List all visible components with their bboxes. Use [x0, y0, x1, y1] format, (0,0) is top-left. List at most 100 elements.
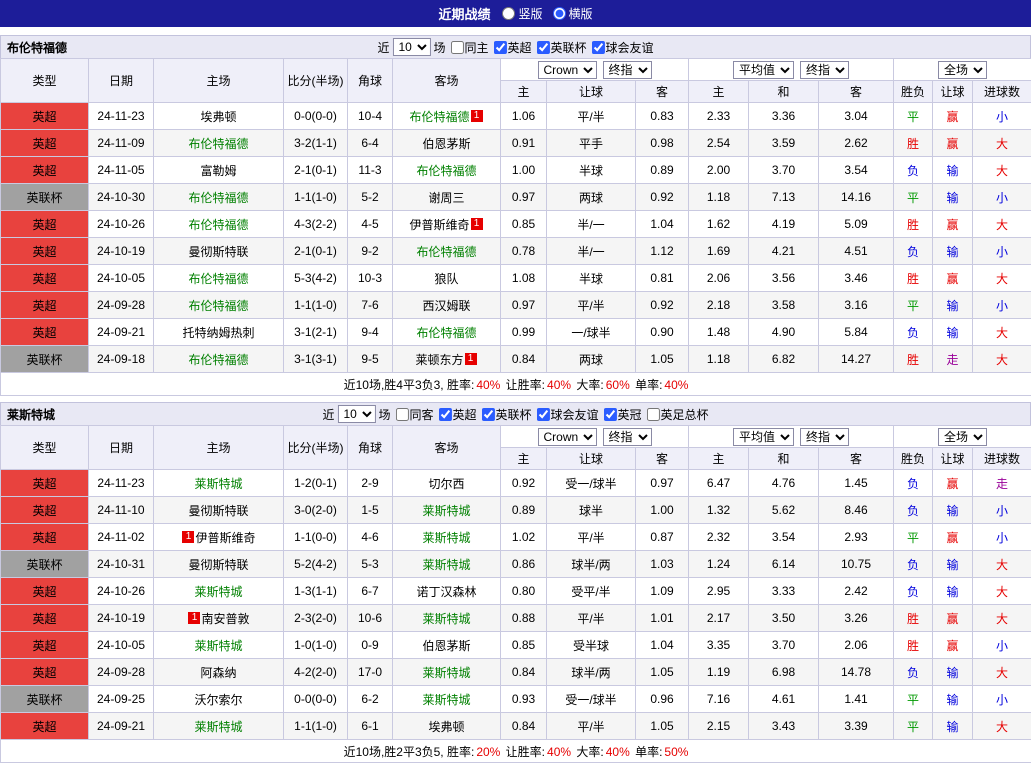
filter-checkbox[interactable] — [537, 41, 550, 54]
filter-option[interactable]: 英联杯 — [537, 39, 587, 56]
filter-option[interactable]: 同主 — [450, 39, 488, 56]
filter-checkbox[interactable] — [537, 408, 550, 421]
result-winloss: 胜 — [894, 346, 933, 373]
avg-odds-away: 3.04 — [819, 103, 894, 130]
index-type-select-2[interactable]: 终指 — [800, 61, 849, 79]
team-label: 埃弗顿 — [200, 110, 236, 124]
index-type-select[interactable]: 终指 — [603, 61, 652, 79]
summary-label: 让胜率: — [502, 745, 545, 759]
filter-option[interactable]: 英超 — [494, 39, 532, 56]
filter-checkbox[interactable] — [604, 408, 617, 421]
average-select[interactable]: 平均值 — [733, 428, 794, 446]
match-row: 英超24-09-28布伦特福德1-1(1-0)7-6西汉姆联0.97平/半0.9… — [1, 292, 1031, 319]
summary-value: 20% — [476, 745, 500, 759]
match-date: 24-09-28 — [89, 292, 154, 319]
result-handicap: 输 — [933, 578, 973, 605]
sub-col-header: 和 — [749, 81, 819, 103]
team-label: 伊普斯维奇 — [409, 218, 469, 232]
filter-checkbox[interactable] — [592, 41, 605, 54]
filter-checkbox[interactable] — [647, 408, 660, 421]
odds-handicap: 球半/两 — [547, 551, 636, 578]
avg-odds-home: 2.32 — [689, 524, 749, 551]
filter-option[interactable]: 同客 — [395, 406, 433, 423]
layout-option-horizontal[interactable]: 横版 — [553, 5, 593, 22]
team-label: 切尔西 — [428, 477, 464, 491]
layout-option-label: 竖版 — [518, 5, 542, 22]
filter-checkbox[interactable] — [395, 408, 408, 421]
home-team: 曼彻斯特联 — [154, 497, 284, 524]
result-winloss: 平 — [894, 184, 933, 211]
avg-odds-draw: 4.19 — [749, 211, 819, 238]
summary-label: 让胜率: — [502, 378, 545, 392]
match-count-select[interactable]: 10 — [392, 38, 430, 56]
filter-checkbox[interactable] — [482, 408, 495, 421]
match-count-select[interactable]: 10 — [337, 405, 375, 423]
home-team: 1南安普敦 — [154, 605, 284, 632]
corner-count: 11-3 — [348, 157, 393, 184]
team-label: 沃尔索尔 — [194, 693, 242, 707]
avg-odds-home: 1.48 — [689, 319, 749, 346]
matches-table: 类型日期主场比分(半场)角球客场Crown终指平均值终指全场主让球客主和客胜负让… — [0, 58, 1031, 396]
odds-group-average: 平均值终指 — [689, 426, 894, 448]
result-goals: 大 — [973, 265, 1031, 292]
avg-odds-home: 2.17 — [689, 605, 749, 632]
team-label: 布伦特福德 — [188, 299, 248, 313]
average-select[interactable]: 平均值 — [733, 61, 794, 79]
result-handicap: 输 — [933, 713, 973, 740]
odds-handicap: 受一/球半 — [547, 470, 636, 497]
league-badge: 英超 — [1, 130, 89, 157]
sub-col-header: 让球 — [547, 81, 636, 103]
index-type-select-2[interactable]: 终指 — [800, 428, 849, 446]
odds-home: 0.93 — [501, 686, 547, 713]
summary-label: 近10场,胜4平3负3, 胜率: — [344, 378, 475, 392]
avg-odds-away: 3.39 — [819, 713, 894, 740]
filter-option[interactable]: 英超 — [438, 406, 476, 423]
result-winloss: 胜 — [894, 605, 933, 632]
odds-away: 0.97 — [636, 470, 689, 497]
avg-odds-draw: 4.76 — [749, 470, 819, 497]
filter-checkbox[interactable] — [438, 408, 451, 421]
match-score: 0-0(0-0) — [284, 686, 348, 713]
avg-odds-home: 1.18 — [689, 346, 749, 373]
filter-option[interactable]: 球会友谊 — [537, 406, 599, 423]
result-handicap: 输 — [933, 184, 973, 211]
filter-option[interactable]: 英足总杯 — [647, 406, 709, 423]
corner-count: 4-6 — [348, 524, 393, 551]
filter-option[interactable]: 英联杯 — [482, 406, 532, 423]
sub-col-header: 进球数 — [973, 81, 1031, 103]
result-winloss: 平 — [894, 686, 933, 713]
fulltime-select[interactable]: 全场 — [938, 428, 987, 446]
filter-option[interactable]: 球会友谊 — [592, 39, 654, 56]
result-goals: 小 — [973, 497, 1031, 524]
corner-count: 6-7 — [348, 578, 393, 605]
match-row: 英联杯24-09-18布伦特福德3-1(3-1)9-5莱顿东方10.84两球1.… — [1, 346, 1031, 373]
team-label: 伯恩茅斯 — [422, 137, 470, 151]
filter-option[interactable]: 英冠 — [604, 406, 642, 423]
filter-checkbox[interactable] — [494, 41, 507, 54]
match-date: 24-10-31 — [89, 551, 154, 578]
match-score: 3-2(1-1) — [284, 130, 348, 157]
away-team: 莱斯特城 — [393, 686, 501, 713]
odds-away: 0.89 — [636, 157, 689, 184]
index-type-select[interactable]: 终指 — [603, 428, 652, 446]
layout-radio-input[interactable] — [553, 7, 566, 20]
away-team: 谢周三 — [393, 184, 501, 211]
fulltime-select[interactable]: 全场 — [938, 61, 987, 79]
match-stats-page: 近期战绩 竖版横版 布伦特福德近10场同主英超英联杯球会友谊类型日期主场比分(半… — [0, 0, 1031, 763]
away-team: 莱顿东方1 — [393, 346, 501, 373]
layout-radio-input[interactable] — [502, 7, 515, 20]
layout-option-vertical[interactable]: 竖版 — [502, 5, 542, 22]
avg-odds-away: 1.45 — [819, 470, 894, 497]
filter-option-label: 英足总杯 — [661, 406, 709, 423]
away-team: 莱斯特城 — [393, 659, 501, 686]
summary-label: 大率: — [573, 378, 604, 392]
away-team: 莱斯特城 — [393, 497, 501, 524]
team-label: 莱顿东方 — [415, 353, 463, 367]
bookmaker-select[interactable]: Crown — [538, 428, 597, 446]
odds-handicap: 两球 — [547, 346, 636, 373]
bookmaker-select[interactable]: Crown — [538, 61, 597, 79]
col-date: 日期 — [89, 59, 154, 103]
odds-home: 0.84 — [501, 659, 547, 686]
result-winloss: 胜 — [894, 632, 933, 659]
filter-checkbox[interactable] — [450, 41, 463, 54]
